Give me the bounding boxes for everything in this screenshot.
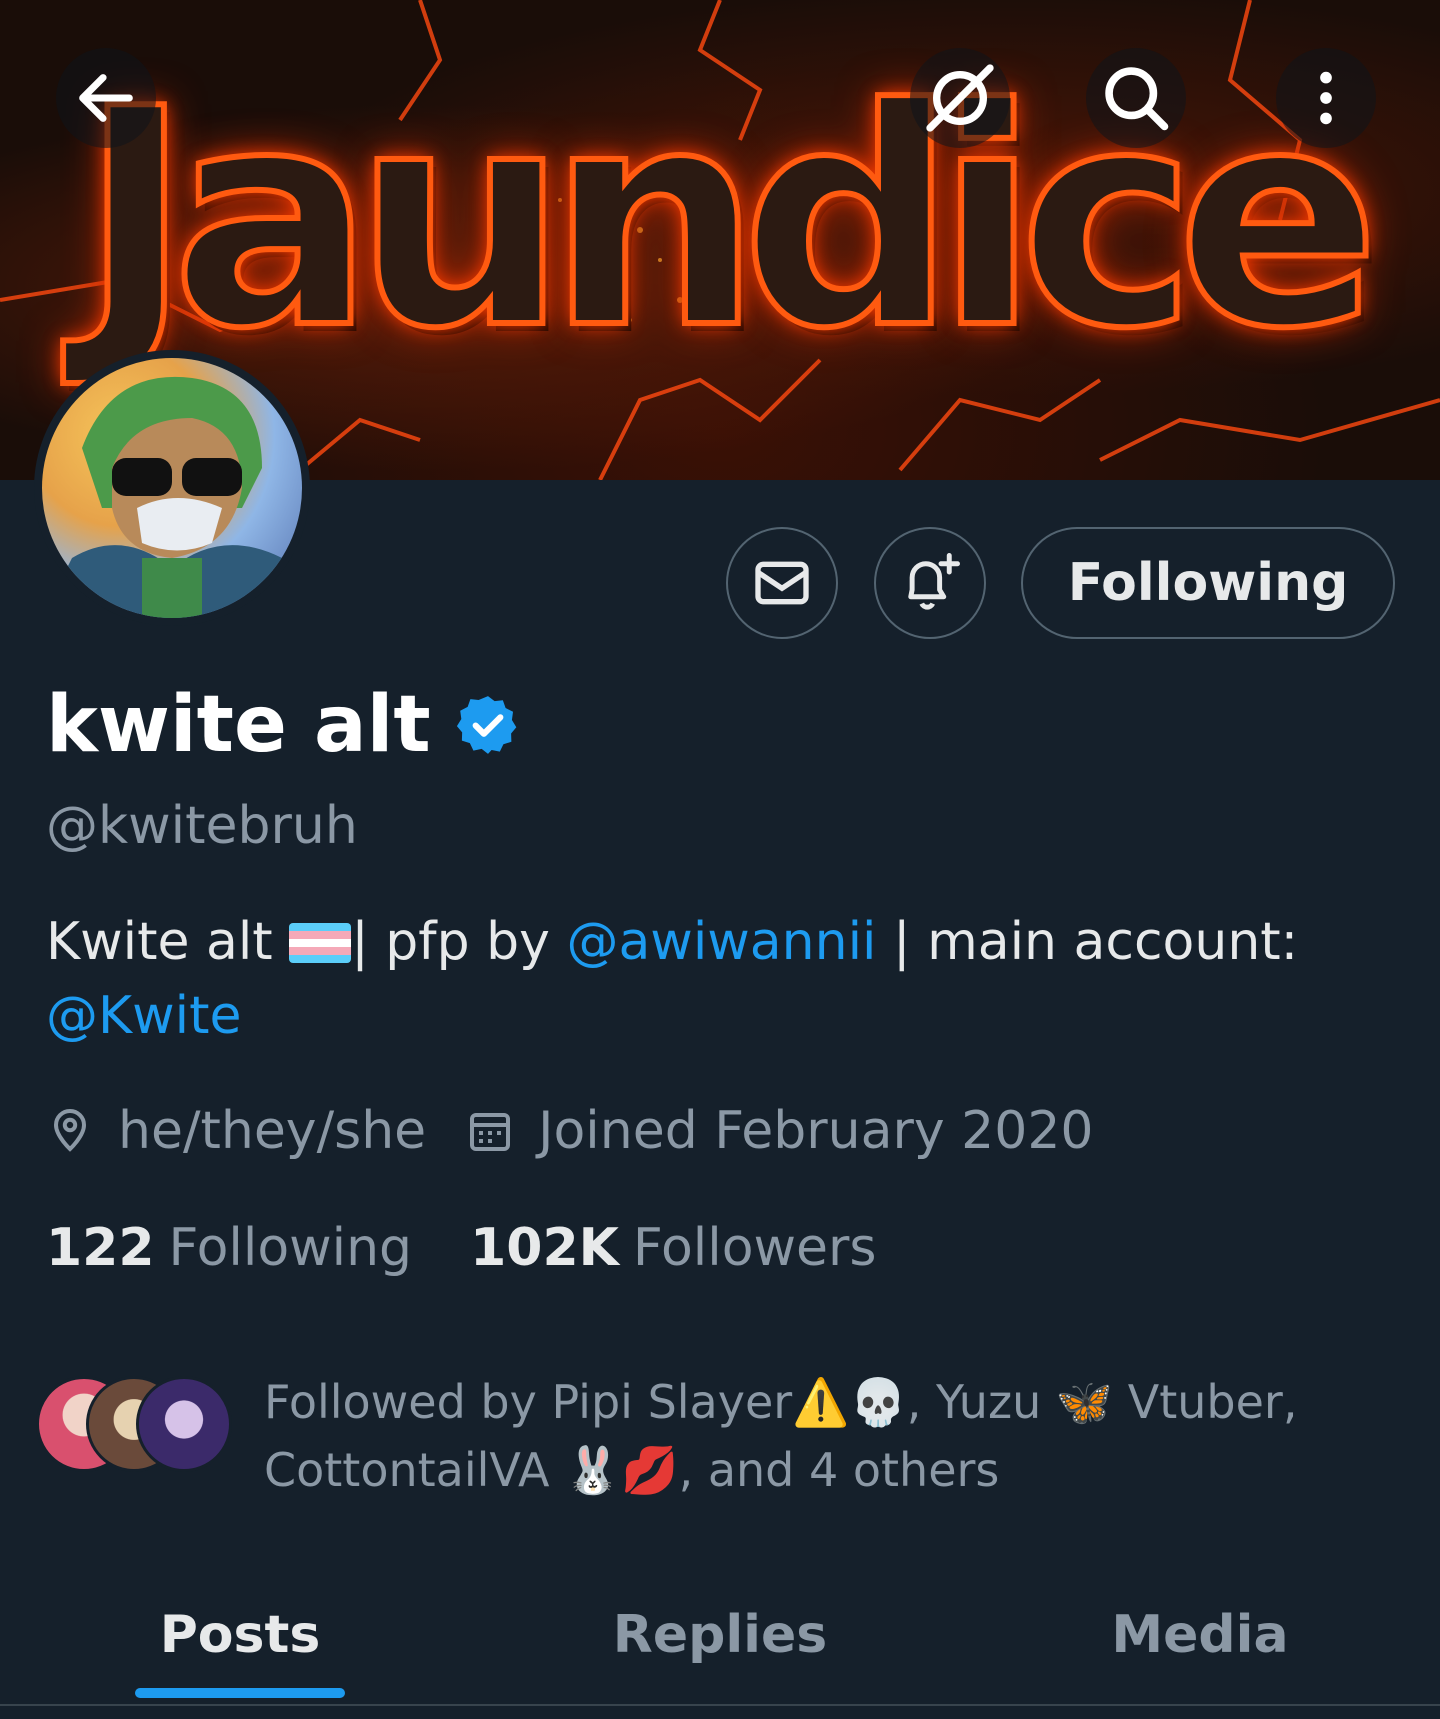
grok-button[interactable] bbox=[910, 48, 1010, 148]
profile-bio: Kwite alt | pfp by @awiwannii | main acc… bbox=[46, 905, 1386, 1053]
more-vertical-icon bbox=[1320, 71, 1332, 125]
tab-media[interactable]: Media bbox=[960, 1560, 1440, 1710]
following-count: 122 bbox=[46, 1218, 155, 1278]
follower-avatar-3 bbox=[136, 1376, 232, 1472]
followers-stat[interactable]: 102K Followers bbox=[470, 1215, 876, 1281]
location-item: he/they/she bbox=[46, 1098, 426, 1164]
trans-flag-icon bbox=[289, 923, 352, 963]
search-icon bbox=[1105, 67, 1169, 131]
following-stat[interactable]: 122 Following bbox=[46, 1215, 412, 1281]
following-label: Following bbox=[168, 1218, 413, 1278]
tab-media-label: Media bbox=[1111, 1605, 1289, 1665]
profile-avatar[interactable] bbox=[34, 350, 310, 626]
bio-mention-awiwannii[interactable]: @awiwannii bbox=[566, 912, 876, 972]
banner-title: Jaundice bbox=[77, 45, 1383, 394]
grok-icon bbox=[926, 64, 994, 132]
avatar-image bbox=[42, 358, 302, 618]
followed-by-text: Followed by Pipi Slayer⚠️💀, Yuzu 🦋 Vtube… bbox=[264, 1368, 1394, 1504]
back-button[interactable] bbox=[56, 48, 156, 148]
bio-text-1: Kwite alt bbox=[46, 912, 290, 972]
location-text: he/they/she bbox=[118, 1101, 427, 1161]
location-pin-icon bbox=[53, 1109, 87, 1152]
arrow-left-icon bbox=[79, 74, 133, 122]
followed-by-line-2: CottontailVA 🐰💋, and 4 others bbox=[264, 1443, 1000, 1497]
tab-replies-label: Replies bbox=[612, 1605, 828, 1665]
joined-item: Joined February 2020 bbox=[466, 1098, 1094, 1164]
tab-posts[interactable]: Posts bbox=[0, 1560, 480, 1710]
active-tab-indicator bbox=[135, 1688, 345, 1698]
tabs-divider bbox=[0, 1704, 1440, 1706]
display-name: kwite alt bbox=[46, 680, 431, 770]
bio-text-2: | pfp by bbox=[351, 912, 567, 972]
message-button[interactable] bbox=[726, 527, 838, 639]
followers-count: 102K bbox=[470, 1218, 619, 1278]
followed-by-line-1: Followed by Pipi Slayer⚠️💀, Yuzu 🦋 Vtube… bbox=[264, 1375, 1298, 1429]
notifications-button[interactable] bbox=[874, 527, 986, 639]
joined-text: Joined February 2020 bbox=[538, 1101, 1094, 1161]
followed-by-avatars bbox=[36, 1376, 232, 1476]
tab-replies[interactable]: Replies bbox=[480, 1560, 960, 1710]
tab-posts-label: Posts bbox=[159, 1605, 321, 1665]
following-button[interactable]: Following bbox=[1021, 527, 1395, 639]
verified-badge-icon[interactable] bbox=[455, 692, 521, 758]
followed-by[interactable]: Followed by Pipi Slayer⚠️💀, Yuzu 🦋 Vtube… bbox=[36, 1368, 1416, 1504]
calendar-icon bbox=[470, 1113, 511, 1151]
bio-text-3: | main account: bbox=[876, 912, 1299, 972]
more-button[interactable] bbox=[1276, 48, 1376, 148]
search-button[interactable] bbox=[1086, 48, 1186, 148]
bell-plus-icon bbox=[908, 553, 960, 610]
followers-label: Followers bbox=[632, 1218, 877, 1278]
profile-name-row: kwite alt bbox=[46, 680, 521, 770]
bio-mention-kwite[interactable]: @Kwite bbox=[46, 986, 241, 1046]
profile-tabs: Posts Replies Media bbox=[0, 1560, 1440, 1710]
profile-meta: he/they/she Joined February 2020 bbox=[46, 1098, 1134, 1164]
profile-stats: 122 Following 102K Followers bbox=[46, 1215, 877, 1281]
envelope-icon bbox=[755, 561, 809, 605]
avatar-illustration bbox=[42, 376, 302, 618]
profile-handle: @kwitebruh bbox=[46, 796, 358, 856]
